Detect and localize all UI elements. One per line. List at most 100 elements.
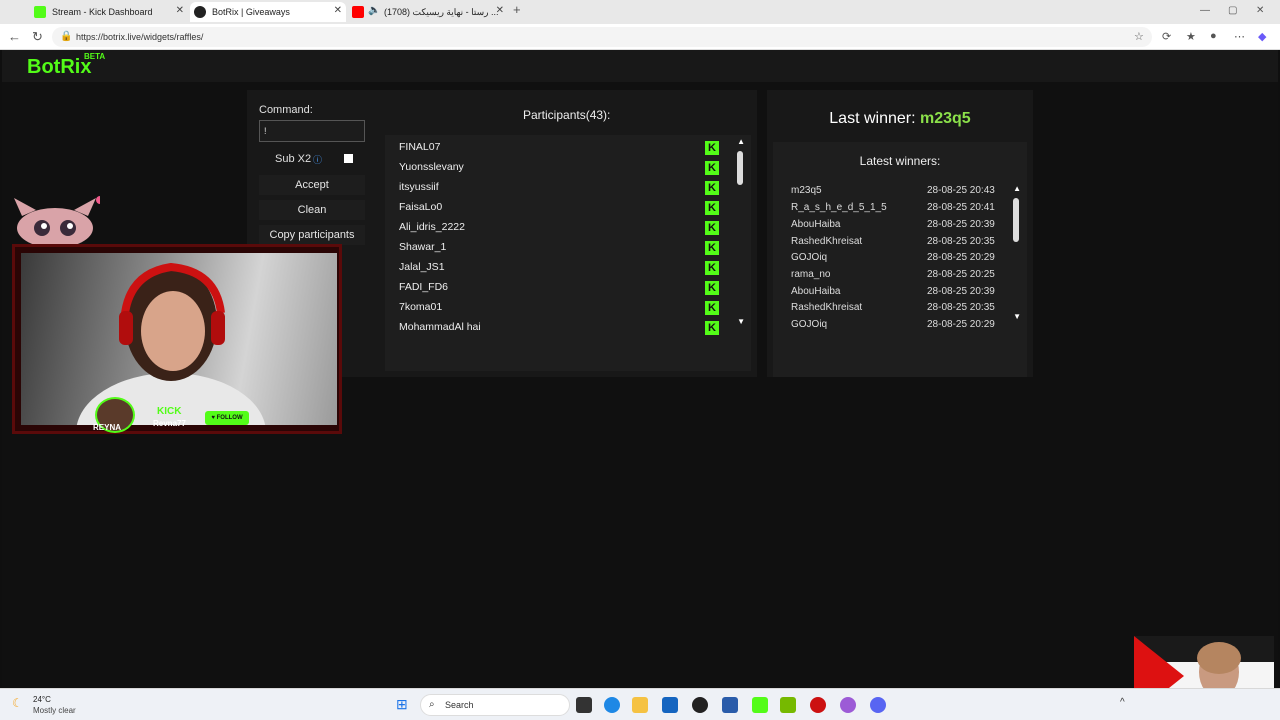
kick-icon: K bbox=[705, 141, 719, 155]
winner-name: GOJOiq bbox=[791, 319, 828, 330]
tab-title: (1708) رستا - نهاية ريسيكت ... bbox=[384, 6, 499, 17]
follow-label: FOLLOW bbox=[216, 415, 243, 421]
maximize-icon[interactable]: ▢ bbox=[1228, 5, 1237, 16]
search-placeholder: Search bbox=[445, 700, 474, 710]
latest-winners-title: Latest winners: bbox=[859, 154, 941, 168]
store-icon[interactable] bbox=[662, 697, 678, 713]
kick-icon: K bbox=[705, 261, 719, 275]
scroll-down-icon[interactable]: ▼ bbox=[1013, 312, 1021, 321]
tab-botrix-giveaways[interactable]: BotRix | Giveaways ✕ bbox=[190, 2, 346, 22]
address-bar-row: ← ↻ 🔒 https://botrix.live/widgets/raffle… bbox=[0, 24, 1280, 50]
winner-time: 28-08-25 20:29 bbox=[927, 319, 995, 330]
window-close-icon[interactable]: ✕ bbox=[1256, 5, 1264, 16]
obs-icon[interactable] bbox=[692, 697, 708, 713]
clean-button[interactable]: Clean bbox=[259, 200, 365, 220]
minimize-icon[interactable]: — bbox=[1200, 5, 1210, 16]
winner-time: 28-08-25 20:43 bbox=[927, 185, 995, 196]
info-icon[interactable]: ⓘ bbox=[313, 153, 322, 166]
tab-kick-dashboard[interactable]: Stream - Kick Dashboard ✕ bbox=[30, 2, 188, 22]
winner-name: m23q5 bbox=[791, 185, 822, 196]
browser-tab-bar: Stream - Kick Dashboard ✕ BotRix | Givea… bbox=[0, 0, 1280, 24]
botrix-logo[interactable]: BotRix bbox=[27, 56, 91, 79]
new-tab-icon[interactable]: + bbox=[513, 2, 521, 17]
latest-winners-panel: Latest winners: m23q5 28-08-25 20:43 R_a… bbox=[773, 142, 1027, 377]
tab-youtube[interactable]: 🔈 (1708) رستا - نهاية ريسيكت ... ✕ bbox=[348, 2, 508, 22]
copilot-icon[interactable]: ◆ bbox=[1258, 30, 1266, 43]
winner-name: AbouHaiba bbox=[791, 219, 841, 230]
menu-icon[interactable]: ⋯ bbox=[1234, 30, 1245, 43]
top-nav: BotRix BETA bbox=[2, 50, 1278, 82]
close-icon[interactable]: ✕ bbox=[496, 5, 504, 16]
participants-list[interactable]: FINAL07 K Yuonsslevany K itsyussiif K Fa… bbox=[385, 135, 751, 371]
close-icon[interactable]: ✕ bbox=[176, 5, 184, 16]
scrollbar-thumb[interactable] bbox=[1013, 198, 1019, 242]
app-icon[interactable] bbox=[722, 697, 738, 713]
kick-wordmark: KICK bbox=[157, 406, 182, 417]
taskbar-search[interactable]: ⌕ Search bbox=[420, 694, 570, 716]
discord-icon[interactable] bbox=[870, 697, 886, 713]
scroll-up-icon[interactable]: ▲ bbox=[737, 137, 745, 146]
winner-time: 28-08-25 20:35 bbox=[927, 236, 995, 247]
weather-icon[interactable]: ☾ bbox=[12, 696, 23, 710]
channel-name: Revna77 bbox=[153, 419, 186, 428]
url-input[interactable]: 🔒 https://botrix.live/widgets/raffles/ bbox=[52, 27, 1152, 47]
weather-temp: 24°C bbox=[33, 695, 51, 704]
winner-name: AbouHaiba bbox=[791, 286, 841, 297]
capture-icon[interactable] bbox=[810, 697, 826, 713]
speaker-icon[interactable]: 🔈 bbox=[368, 5, 380, 16]
winner-name: RashedKhreisat bbox=[791, 236, 863, 247]
scrollbar-thumb[interactable] bbox=[737, 151, 743, 185]
sub-x2-checkbox[interactable] bbox=[344, 154, 353, 163]
sub-x2-label: Sub X2 bbox=[275, 153, 312, 165]
copilot-app-icon[interactable] bbox=[840, 697, 856, 713]
list-item: Jalal_JS1 bbox=[399, 261, 445, 273]
profile-icon[interactable]: ● bbox=[1210, 30, 1217, 42]
task-view-icon[interactable] bbox=[576, 697, 592, 713]
last-winner-label: Last winner: bbox=[829, 110, 916, 127]
kick-icon: K bbox=[705, 201, 719, 215]
kick-app-icon[interactable] bbox=[752, 697, 768, 713]
follow-button[interactable]: ♥ FOLLOW bbox=[205, 411, 249, 425]
close-icon[interactable]: ✕ bbox=[334, 5, 342, 16]
tab-title: Stream - Kick Dashboard bbox=[52, 7, 153, 17]
copy-participants-button[interactable]: Copy participants bbox=[259, 225, 365, 245]
windows-start-icon[interactable]: ⊞ bbox=[396, 696, 408, 713]
winner-panel: Last winner: m23q5 Latest winners: m23q5… bbox=[767, 90, 1033, 377]
url-text: https://botrix.live/widgets/raffles/ bbox=[76, 32, 204, 42]
star-icon[interactable]: ☆ bbox=[1134, 30, 1144, 43]
kick-icon bbox=[34, 6, 46, 18]
winner-time: 28-08-25 20:35 bbox=[927, 302, 995, 313]
nvidia-icon[interactable] bbox=[780, 697, 796, 713]
extensions-icon[interactable]: ⟳ bbox=[1162, 30, 1171, 43]
tab-title: BotRix | Giveaways bbox=[212, 7, 290, 17]
winner-time: 28-08-25 20:25 bbox=[927, 269, 995, 280]
kick-icon: K bbox=[705, 241, 719, 255]
winner-name: rama_no bbox=[791, 269, 831, 280]
list-item: FaisaLo0 bbox=[399, 201, 443, 213]
kick-icon: K bbox=[705, 281, 719, 295]
scroll-down-icon[interactable]: ▼ bbox=[737, 317, 745, 326]
overlay-logo-text: REYNA bbox=[93, 423, 122, 432]
edge-icon[interactable] bbox=[604, 697, 620, 713]
file-explorer-icon[interactable] bbox=[632, 697, 648, 713]
winner-name: GOJOiq bbox=[791, 252, 828, 263]
favorites-icon[interactable]: ★ bbox=[1186, 30, 1196, 43]
botrix-icon bbox=[194, 6, 206, 18]
back-icon[interactable]: ← bbox=[8, 29, 21, 44]
kick-icon: K bbox=[705, 161, 719, 175]
scroll-up-icon[interactable]: ▲ bbox=[1013, 184, 1021, 193]
kick-icon: K bbox=[705, 181, 719, 195]
accept-button[interactable]: Accept bbox=[259, 175, 365, 195]
tray-chevron-icon[interactable]: ^ bbox=[1120, 697, 1125, 708]
winner-name: RashedKhreisat bbox=[791, 302, 863, 313]
winner-time: 28-08-25 20:39 bbox=[927, 286, 995, 297]
reload-icon[interactable]: ↻ bbox=[32, 29, 43, 45]
streamer-image bbox=[76, 262, 266, 493]
last-winner-name: m23q5 bbox=[920, 110, 971, 127]
webcam-overlay: REYNA KICK Revna77 ♥ FOLLOW bbox=[12, 244, 342, 493]
search-icon: ⌕ bbox=[429, 699, 435, 710]
participants-title: Participants(43): bbox=[523, 108, 611, 122]
command-input[interactable]: ! bbox=[259, 120, 365, 142]
kick-icon: K bbox=[705, 321, 719, 335]
winner-time: 28-08-25 20:41 bbox=[927, 202, 995, 213]
